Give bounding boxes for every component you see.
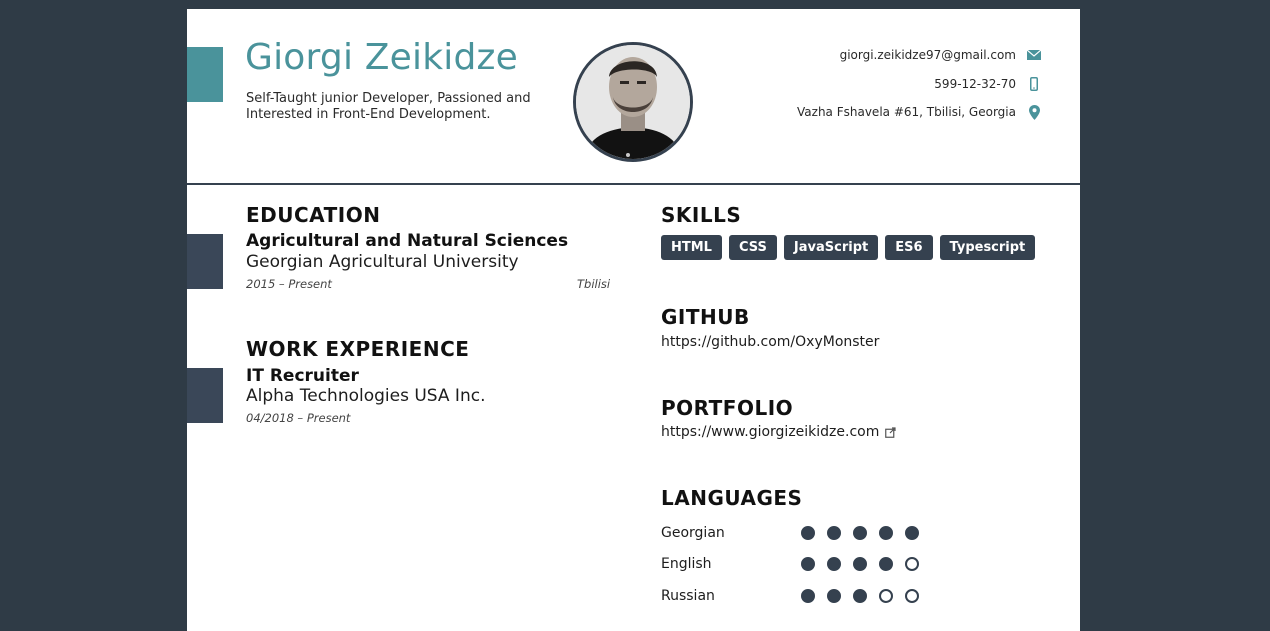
education-location: Tbilisi xyxy=(577,277,611,291)
level-dot-filled xyxy=(905,526,919,540)
languages-heading: LANGUAGES xyxy=(661,486,803,510)
contact-address-row: Vazha Fshavela #61, Tbilisi, Georgia xyxy=(797,98,1042,127)
level-dot-filled xyxy=(801,526,815,540)
portrait-illustration xyxy=(576,45,690,159)
github-link[interactable]: https://github.com/OxyMonster xyxy=(661,334,879,350)
portfolio-link-row[interactable]: https://www.giorgizeikidze.com xyxy=(661,424,896,440)
contact-phone: 599-12-32-70 xyxy=(934,76,1016,91)
level-dot-filled xyxy=(879,557,893,571)
work-role: IT Recruiter xyxy=(246,366,359,386)
language-row: Georgian xyxy=(661,523,919,543)
skill-tag: ES6 xyxy=(885,235,933,260)
contact-address: Vazha Fshavela #61, Tbilisi, Georgia xyxy=(797,105,1016,120)
resume-tagline: Self-Taught junior Developer, Passioned … xyxy=(246,91,531,122)
level-dot-filled xyxy=(827,526,841,540)
work-dates: 04/2018 – Present xyxy=(246,411,351,425)
skill-tag: Typescript xyxy=(939,235,1036,260)
language-level-dots xyxy=(801,589,919,603)
skills-heading: SKILLS xyxy=(661,203,742,227)
language-row: Russian xyxy=(661,586,919,606)
language-name: English xyxy=(661,556,712,572)
work-company: Alpha Technologies USA Inc. xyxy=(246,386,486,406)
profile-photo xyxy=(573,42,693,162)
education-heading: EDUCATION xyxy=(246,203,381,227)
level-dot-filled xyxy=(853,589,867,603)
education-dates: 2015 – Present xyxy=(246,277,332,291)
language-name: Georgian xyxy=(661,525,725,541)
education-degree: Agricultural and Natural Sciences xyxy=(246,231,569,251)
education-school: Georgian Agricultural University xyxy=(246,252,519,272)
contact-email[interactable]: giorgi.zeikidze97@gmail.com xyxy=(840,48,1016,62)
portfolio-heading: PORTFOLIO xyxy=(661,396,794,420)
skill-tag: HTML xyxy=(661,235,722,260)
map-pin-icon xyxy=(1026,104,1042,120)
language-level-dots xyxy=(801,526,919,540)
contact-phone-row: 599-12-32-70 xyxy=(797,70,1042,99)
level-dot-filled xyxy=(827,589,841,603)
envelope-icon xyxy=(1026,50,1042,61)
skill-tag: JavaScript xyxy=(783,235,879,260)
contact-info: giorgi.zeikidze97@gmail.com 599-12-32-70… xyxy=(797,41,1042,127)
level-dot-empty xyxy=(879,589,893,603)
mobile-phone-icon xyxy=(1026,76,1042,91)
language-name: Russian xyxy=(661,588,715,604)
work-accent-bar xyxy=(187,368,223,423)
level-dot-filled xyxy=(801,589,815,603)
level-dot-filled xyxy=(801,557,815,571)
level-dot-filled xyxy=(853,557,867,571)
resume-sheet: Giorgi Zeikidze Self-Taught junior Devel… xyxy=(187,9,1080,631)
portfolio-link[interactable]: https://www.giorgizeikidze.com xyxy=(661,424,879,440)
resume-name: Giorgi Zeikidze xyxy=(245,37,518,78)
level-dot-filled xyxy=(879,526,893,540)
work-heading: WORK EXPERIENCE xyxy=(246,337,470,361)
level-dot-empty xyxy=(905,557,919,571)
skills-list: HTML CSS JavaScript ES6 Typescript xyxy=(661,235,1036,260)
level-dot-filled xyxy=(853,526,867,540)
header-divider xyxy=(187,183,1080,185)
language-level-dots xyxy=(801,557,919,571)
external-link-icon[interactable] xyxy=(885,426,896,438)
github-heading: GITHUB xyxy=(661,305,750,329)
level-dot-empty xyxy=(905,589,919,603)
header-accent-bar xyxy=(187,47,223,102)
skill-tag: CSS xyxy=(728,235,777,260)
language-row: English xyxy=(661,554,919,574)
education-accent-bar xyxy=(187,234,223,289)
level-dot-filled xyxy=(827,557,841,571)
contact-email-row: giorgi.zeikidze97@gmail.com xyxy=(797,41,1042,70)
